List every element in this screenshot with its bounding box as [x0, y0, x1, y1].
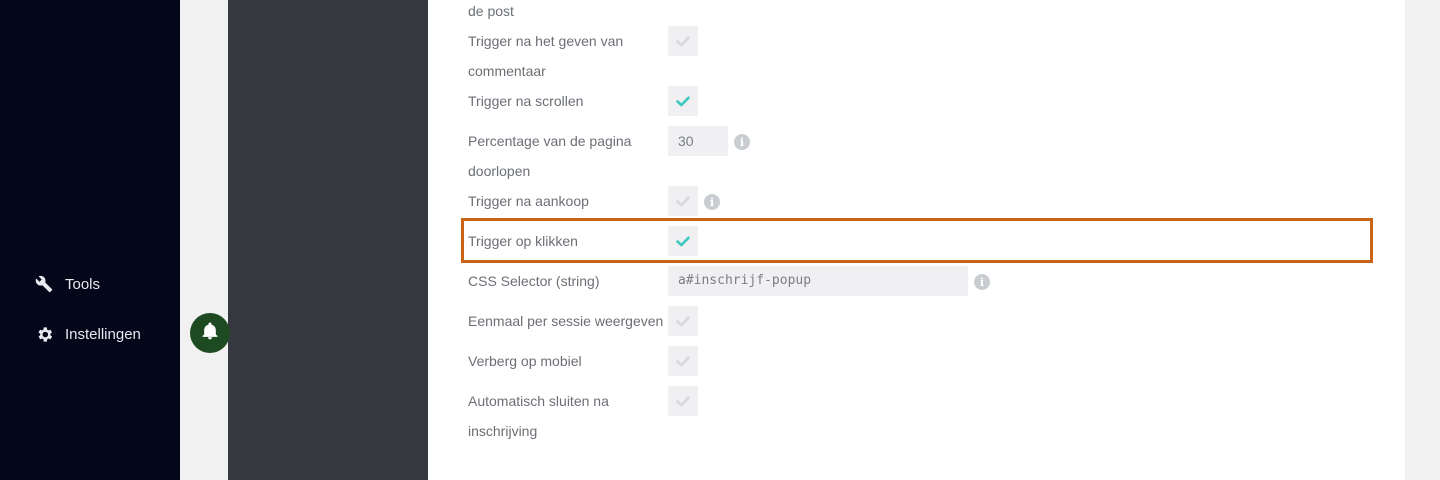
percentage-input[interactable]: 30	[668, 126, 728, 156]
setting-label-trigger-aankoop: Trigger na aankoop	[468, 193, 589, 209]
checkbox-eenmaal-per-sessie[interactable]	[668, 306, 698, 336]
setting-label-trigger-scrollen: Trigger na scrollen	[468, 93, 584, 109]
setting-label-css-selector: CSS Selector (string)	[468, 273, 600, 289]
check-icon	[676, 396, 690, 406]
highlight-box	[461, 218, 1373, 263]
checkbox-trigger-aankoop[interactable]	[668, 186, 698, 216]
gear-icon	[34, 324, 54, 344]
checkbox-trigger-scrollen[interactable]	[668, 86, 698, 116]
setting-label-de-post: de post	[468, 3, 514, 19]
setting-label-percentage: Percentage van de pagina doorlopen	[468, 133, 632, 179]
checkbox-trigger-commentaar[interactable]	[668, 26, 698, 56]
setting-label-verberg-mobiel: Verberg op mobiel	[468, 353, 582, 369]
setting-label-trigger-commentaar: Trigger na het geven van commentaar	[468, 33, 624, 79]
check-icon	[676, 196, 690, 206]
sidebar-item-instellingen[interactable]: Instellingen	[34, 324, 141, 344]
checkbox-automatisch-sluiten[interactable]	[668, 386, 698, 416]
notification-bell-button[interactable]	[190, 313, 230, 353]
sidebar-item-label: Instellingen	[65, 325, 141, 343]
check-icon	[676, 356, 690, 366]
check-icon	[676, 316, 690, 326]
css-selector-input[interactable]: a#inschrijf-popup	[668, 266, 968, 296]
setting-label-eenmaal-per-sessie: Eenmaal per sessie weergeven	[468, 313, 664, 329]
wrench-icon	[34, 274, 54, 294]
sidebar-item-tools[interactable]: Tools	[34, 274, 100, 294]
sidebar: Tools Instellingen	[0, 0, 180, 480]
secondary-column	[228, 0, 428, 480]
check-icon	[676, 96, 690, 106]
sidebar-item-label: Tools	[65, 275, 101, 293]
setting-label-automatisch-sluiten: Automatisch sluiten na inschrijving	[468, 393, 609, 439]
bell-icon	[200, 320, 220, 347]
check-icon	[676, 36, 690, 46]
info-icon[interactable]: i	[974, 274, 990, 290]
info-icon[interactable]: i	[704, 194, 720, 210]
checkbox-verberg-mobiel[interactable]	[668, 346, 698, 376]
info-icon[interactable]: i	[734, 134, 750, 150]
